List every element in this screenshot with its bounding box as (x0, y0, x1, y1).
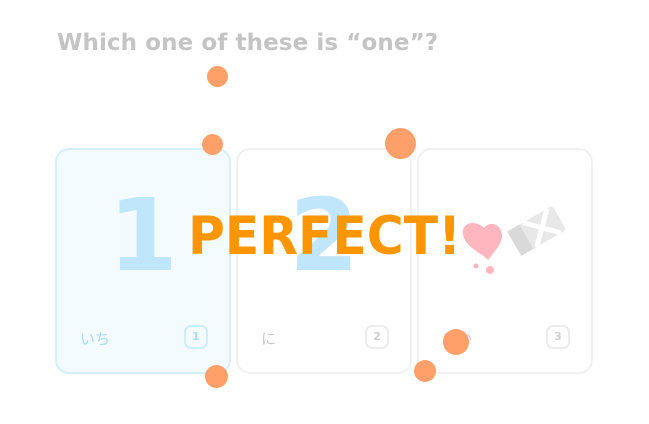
confetti-dot (202, 134, 223, 155)
choice-2-key-hint: 2 (365, 325, 389, 349)
feedback-banner: PERFECT! (187, 206, 462, 267)
confetti-dot (207, 66, 228, 87)
question-prompt: Which one of these is “one”? (57, 30, 439, 56)
confetti-dot (443, 329, 469, 355)
confetti-dot (385, 128, 416, 159)
choice-2-label: に (261, 330, 277, 348)
confetti-dot (414, 360, 436, 382)
confetti-dot (205, 365, 228, 388)
exercise-screen: Which one of these is “one”? 1 いち 1 2 に … (0, 0, 649, 424)
choice-3-key-hint: 3 (546, 325, 570, 349)
choice-1-label: いち (80, 330, 111, 348)
choice-1-key-hint: 1 (184, 325, 208, 349)
